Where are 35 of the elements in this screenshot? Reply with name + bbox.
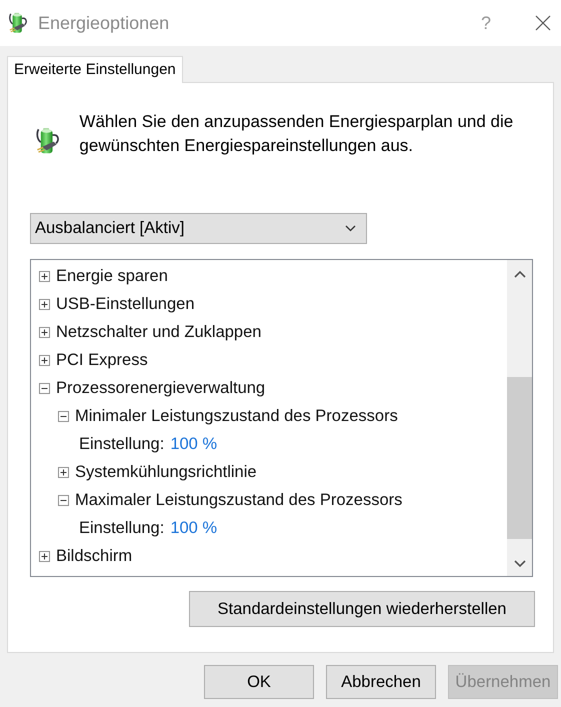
expand-icon[interactable] [58,466,69,478]
tree-item[interactable]: Minimaler Leistungszustand des Prozessors [75,406,398,426]
tree-item[interactable]: Energie sparen [56,266,168,286]
setting-label: Einstellung: [79,434,164,454]
setting-value-link[interactable]: 100 % [170,434,218,454]
tree-item[interactable]: PCI Express [56,350,148,370]
setting-value-link[interactable]: 100 % [170,518,218,538]
tree-item[interactable]: Maximaler Leistungszustand des Prozessors [75,490,402,510]
expand-icon[interactable] [39,326,50,338]
expand-icon[interactable] [39,298,50,310]
expand-icon[interactable] [39,354,50,366]
collapse-icon[interactable] [58,410,69,422]
collapse-icon[interactable] [58,494,69,506]
setting-label: Einstellung: [79,518,164,538]
tree-item[interactable]: USB-Einstellungen [56,294,194,314]
scroll-up-icon[interactable] [514,270,526,278]
plan-dropdown[interactable]: Ausbalanciert [Aktiv] [30,213,367,244]
tree-item[interactable]: Bildschirm [56,546,132,566]
tree-item[interactable]: Systemkühlungsrichtlinie [75,462,257,482]
tab[interactable]: Erweiterte Einstellungen [7,56,183,83]
chevron-down-icon[interactable] [345,225,356,232]
collapse-icon[interactable] [39,382,50,394]
dialog-button[interactable]: Abbrechen [326,665,436,699]
scrollbar[interactable] [507,260,532,576]
close-icon[interactable] [535,15,551,31]
scrollbar-thumb[interactable] [507,377,532,539]
restore-defaults-button[interactable]: Standardeinstellungen wiederherstellen [189,591,535,627]
window-title: Energieoptionen [38,12,170,34]
dialog-button[interactable]: OK [204,665,314,699]
expand-icon[interactable] [39,550,50,562]
instruction-text: Wählen Sie den anzupassenden Energiesparplan und die gewünschten Energiespareinstellungen aus. [79,111,514,157]
tree-item[interactable]: Netzschalter und Zuklappen [56,322,262,342]
scroll-down-icon[interactable] [514,560,526,568]
tree-item[interactable]: Prozessorenergieverwaltung [56,378,266,398]
expand-icon[interactable] [39,270,50,282]
